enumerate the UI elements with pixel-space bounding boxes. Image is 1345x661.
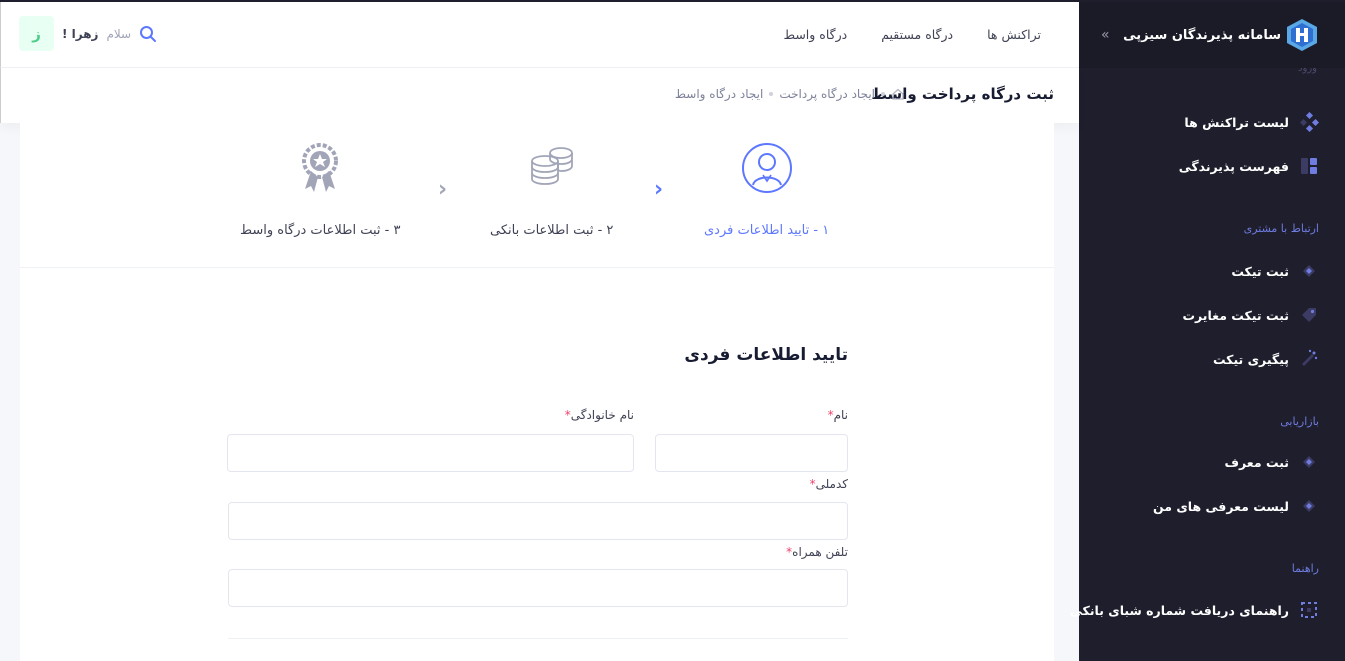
national-code-label-text: کدملی bbox=[815, 477, 848, 491]
home-icon[interactable] bbox=[891, 87, 905, 101]
brand-title: سامانه پذیرندگان سیزپی bbox=[1123, 27, 1281, 43]
sidebar-item-label: ثبت معرف bbox=[1224, 454, 1289, 470]
brand-logo-icon bbox=[1287, 19, 1317, 51]
form-title: تایید اطلاعات فردی bbox=[684, 345, 848, 365]
breadcrumb-separator bbox=[769, 92, 774, 96]
stepper: ۱ - تایید اطلاعات فردی ‹ ۲ - ثبت اطلاعات… bbox=[20, 123, 1054, 268]
first-name-label-text: نام bbox=[833, 408, 848, 422]
sidebar-section-customer: ارتباط با مشتری bbox=[1243, 222, 1319, 235]
ticket-icon bbox=[1303, 456, 1315, 468]
sidebar-item-new-ticket[interactable]: ثبت تیکت bbox=[1079, 255, 1345, 287]
ticket-icon bbox=[1303, 265, 1315, 277]
sidebar-item-label: ثبت تیکت bbox=[1231, 263, 1289, 279]
breadcrumb-item[interactable]: ایجاد درگاه واسط bbox=[675, 87, 763, 101]
first-name-label: نام* bbox=[828, 408, 848, 422]
coins-stack-icon bbox=[530, 147, 573, 185]
sidebar-section-cut: ورود bbox=[1298, 68, 1317, 74]
breadcrumb-separator bbox=[881, 92, 885, 96]
sidebar-item-label: لیست معرفی های من bbox=[1152, 498, 1289, 514]
last-name-label: نام خانوادگی* bbox=[565, 408, 634, 422]
step-gateway-info[interactable]: ۳ - ثبت اطلاعات درگاه واسط bbox=[240, 141, 400, 238]
mobile-input[interactable] bbox=[228, 569, 848, 607]
sidebar-item-label: پیگیری تیکت bbox=[1212, 351, 1289, 367]
avatar[interactable]: ز bbox=[19, 16, 54, 51]
diamond-grid-icon bbox=[1299, 112, 1319, 132]
user-circle-icon bbox=[741, 143, 792, 193]
national-code-input[interactable] bbox=[228, 502, 848, 540]
breadcrumb: ایجاد درگاه پرداخت ایجاد درگاه واسط bbox=[675, 87, 905, 101]
nav-intermediary-gateway[interactable]: درگاه واسط bbox=[783, 27, 847, 42]
first-name-input[interactable] bbox=[655, 434, 848, 472]
sidebar-item-my-referrals[interactable]: لیست معرفی های من bbox=[1079, 490, 1345, 522]
mobile-label: تلفن همراه* bbox=[786, 545, 848, 559]
greeting: سلام bbox=[106, 26, 132, 41]
breadcrumb-item[interactable]: ایجاد درگاه پرداخت bbox=[779, 87, 875, 101]
step-bank-info[interactable]: ۲ - ثبت اطلاعات بانکی bbox=[490, 141, 613, 238]
sidebar-toggle-icon[interactable]: » bbox=[1093, 27, 1109, 43]
form-divider bbox=[228, 638, 848, 639]
brand[interactable]: سامانه پذیرندگان سیزپی bbox=[1123, 18, 1319, 52]
chevron-left-icon: ‹ bbox=[438, 177, 448, 202]
ticket-icon bbox=[1303, 500, 1315, 512]
content-card: ۱ - تایید اطلاعات فردی ‹ ۲ - ثبت اطلاعات… bbox=[20, 123, 1054, 661]
user-area: ز زهرا ! سلام bbox=[19, 16, 173, 51]
nav-direct-gateway[interactable]: درگاه مستقیم bbox=[881, 27, 953, 42]
sidebar-item-acceptance-list[interactable]: فهرست پذیرندگی bbox=[1079, 150, 1345, 182]
sidebar-header: سامانه پذیرندگان سیزپی » bbox=[1079, 2, 1345, 68]
dotted-square-icon bbox=[1301, 602, 1317, 618]
last-name-input[interactable] bbox=[227, 434, 634, 472]
user-name: زهرا ! bbox=[62, 26, 99, 41]
sidebar-item-label: فهرست پذیرندگی bbox=[1178, 158, 1289, 174]
step-label: ۱ - تایید اطلاعات فردی bbox=[704, 223, 830, 238]
sidebar: سامانه پذیرندگان سیزپی » ورود لیست تراکن… bbox=[1070, 2, 1345, 661]
sidebar-item-transactions[interactable]: لیست تراکنش ها bbox=[1079, 106, 1345, 138]
top-nav: تراکنش ها درگاه مستقیم درگاه واسط bbox=[783, 2, 1041, 66]
sidebar-item-label: ثبت تیکت مغایرت bbox=[1182, 307, 1289, 323]
sidebar-item-label: راهنمای دریافت شماره شبای بانکی bbox=[1069, 602, 1289, 618]
sidebar-item-track-ticket[interactable]: پیگیری تیکت bbox=[1079, 343, 1345, 375]
tag-icon bbox=[1302, 308, 1316, 322]
last-name-label-text: نام خانوادگی bbox=[570, 408, 634, 422]
layout-blocks-icon bbox=[1301, 158, 1317, 174]
sidebar-item-iban-guide[interactable]: راهنمای دریافت شماره شبای بانکی bbox=[1070, 594, 1345, 626]
step-personal-info[interactable]: ۱ - تایید اطلاعات فردی bbox=[704, 141, 829, 238]
top-header: تراکنش ها درگاه مستقیم درگاه واسط ز زهرا… bbox=[0, 2, 1079, 68]
sidebar-item-new-referrer[interactable]: ثبت معرف bbox=[1079, 446, 1345, 478]
mobile-label-text: تلفن همراه bbox=[792, 545, 848, 559]
award-badge-icon bbox=[302, 143, 339, 192]
sidebar-section-guide: راهنما bbox=[1291, 562, 1319, 575]
sidebar-item-discrepancy-ticket[interactable]: ثبت تیکت مغایرت bbox=[1079, 299, 1345, 331]
step-label: ۲ - ثبت اطلاعات بانکی bbox=[490, 223, 614, 238]
wand-icon bbox=[1302, 349, 1318, 366]
sub-header: ثبت درگاه پرداخت واسط ایجاد درگاه پرداخت… bbox=[0, 68, 1079, 123]
search-icon[interactable] bbox=[139, 25, 157, 43]
step-label: ۳ - ثبت اطلاعات درگاه واسط bbox=[240, 223, 401, 238]
national-code-label: کدملی* bbox=[810, 477, 848, 491]
nav-transactions[interactable]: تراکنش ها bbox=[987, 27, 1041, 42]
chevron-left-icon: ‹ bbox=[654, 177, 664, 202]
sidebar-item-label: لیست تراکنش ها bbox=[1184, 114, 1289, 130]
sidebar-section-marketing: بازاریابی bbox=[1280, 415, 1319, 428]
